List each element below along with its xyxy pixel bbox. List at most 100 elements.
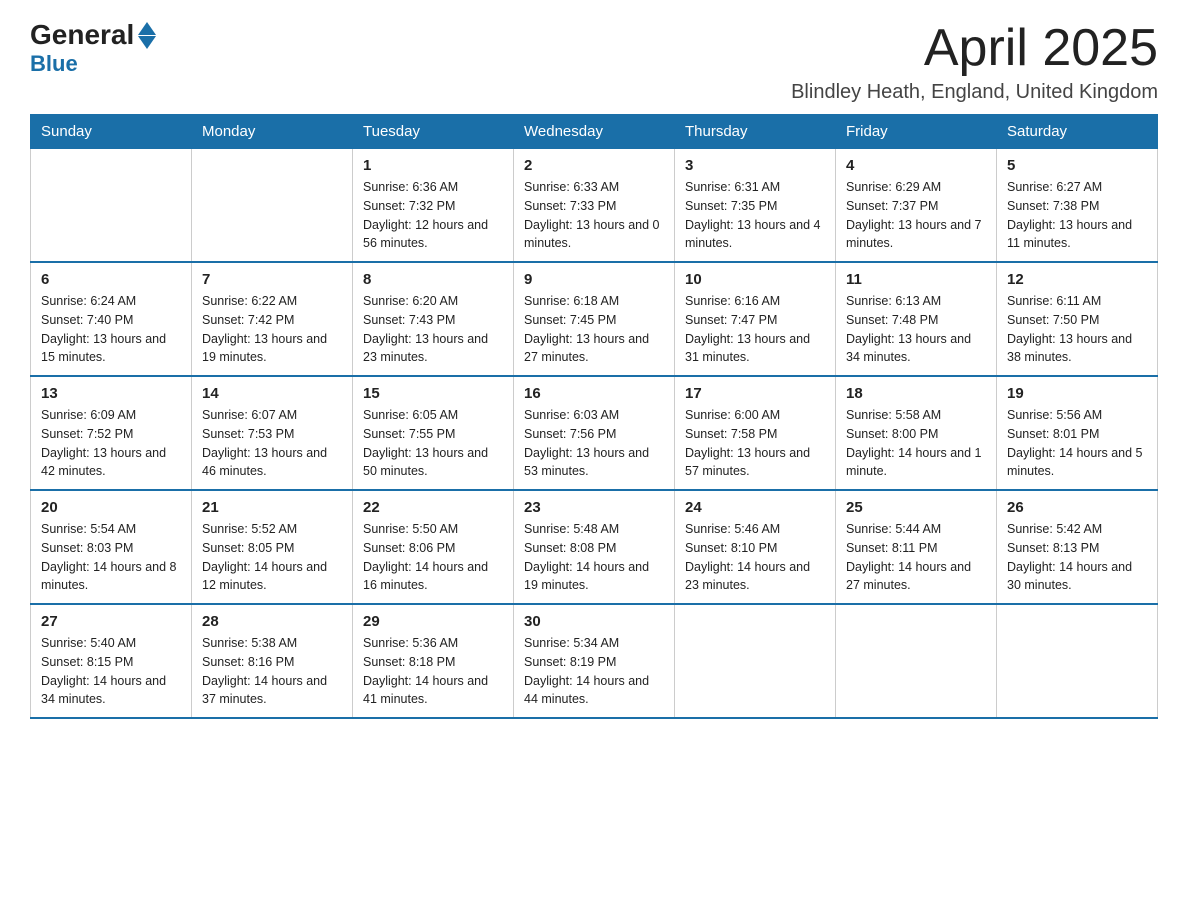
day-info: Sunrise: 6:22 AMSunset: 7:42 PMDaylight:… <box>202 292 342 367</box>
calendar-day-cell: 11 Sunrise: 6:13 AMSunset: 7:48 PMDayligh… <box>836 262 997 376</box>
day-info: Sunrise: 6:20 AMSunset: 7:43 PMDaylight:… <box>363 292 503 367</box>
day-number: 18 <box>846 385 986 402</box>
day-info: Sunrise: 6:29 AMSunset: 7:37 PMDaylight:… <box>846 178 986 253</box>
calendar-day-cell: 21 Sunrise: 5:52 AMSunset: 8:05 PMDayligh… <box>192 490 353 604</box>
day-info: Sunrise: 5:38 AMSunset: 8:16 PMDaylight:… <box>202 634 342 709</box>
day-number: 2 <box>524 157 664 174</box>
calendar-day-cell: 5 Sunrise: 6:27 AMSunset: 7:38 PMDaylight… <box>997 149 1158 263</box>
calendar-week-row: 20Sunrise: 5:54 AMSunset: 8:03 PMDayligh… <box>31 490 1158 604</box>
calendar-day-header: Monday <box>192 115 353 149</box>
day-info: Sunrise: 5:56 AMSunset: 8:01 PMDaylight:… <box>1007 406 1147 481</box>
day-number: 14 <box>202 385 342 402</box>
day-number: 29 <box>363 613 503 630</box>
calendar-day-cell: 10 Sunrise: 6:16 AMSunset: 7:47 PMDayligh… <box>675 262 836 376</box>
calendar-day-cell: 9Sunrise: 6:18 AMSunset: 7:45 PMDaylight… <box>514 262 675 376</box>
day-info: Sunrise: 6:07 AMSunset: 7:53 PMDaylight:… <box>202 406 342 481</box>
day-info: Sunrise: 5:54 AMSunset: 8:03 PMDaylight:… <box>41 520 181 595</box>
calendar-day-header: Tuesday <box>353 115 514 149</box>
calendar-day-cell <box>192 149 353 263</box>
calendar-day-cell: 19 Sunrise: 5:56 AMSunset: 8:01 PMDayligh… <box>997 376 1158 490</box>
day-info: Sunrise: 5:36 AMSunset: 8:18 PMDaylight:… <box>363 634 503 709</box>
calendar-day-cell: 17Sunrise: 6:00 AMSunset: 7:58 PMDayligh… <box>675 376 836 490</box>
calendar-day-cell: 22Sunrise: 5:50 AMSunset: 8:06 PMDayligh… <box>353 490 514 604</box>
calendar-week-row: 1 Sunrise: 6:36 AMSunset: 7:32 PMDaylight… <box>31 149 1158 263</box>
day-info: Sunrise: 5:52 AMSunset: 8:05 PMDaylight:… <box>202 520 342 595</box>
calendar-day-cell: 1 Sunrise: 6:36 AMSunset: 7:32 PMDaylight… <box>353 149 514 263</box>
day-info: Sunrise: 6:24 AMSunset: 7:40 PMDaylight:… <box>41 292 181 367</box>
calendar-day-header: Friday <box>836 115 997 149</box>
day-number: 15 <box>363 385 503 402</box>
day-number: 9 <box>524 271 664 288</box>
calendar-day-header: Sunday <box>31 115 192 149</box>
calendar-day-cell: 27 Sunrise: 5:40 AMSunset: 8:15 PMDayligh… <box>31 604 192 718</box>
calendar-day-cell: 23 Sunrise: 5:48 AMSunset: 8:08 PMDayligh… <box>514 490 675 604</box>
day-number: 25 <box>846 499 986 516</box>
day-number: 10 <box>685 271 825 288</box>
calendar-day-cell: 29 Sunrise: 5:36 AMSunset: 8:18 PMDayligh… <box>353 604 514 718</box>
calendar-day-cell: 12 Sunrise: 6:11 AMSunset: 7:50 PMDayligh… <box>997 262 1158 376</box>
calendar-day-cell: 8 Sunrise: 6:20 AMSunset: 7:43 PMDaylight… <box>353 262 514 376</box>
day-number: 28 <box>202 613 342 630</box>
calendar-day-cell: 15 Sunrise: 6:05 AMSunset: 7:55 PMDayligh… <box>353 376 514 490</box>
day-info: Sunrise: 6:11 AMSunset: 7:50 PMDaylight:… <box>1007 292 1147 367</box>
day-number: 12 <box>1007 271 1147 288</box>
calendar-day-header: Wednesday <box>514 115 675 149</box>
day-number: 13 <box>41 385 181 402</box>
day-info: Sunrise: 6:05 AMSunset: 7:55 PMDaylight:… <box>363 406 503 481</box>
logo: General Blue <box>30 20 156 77</box>
title-section: April 2025 Blindley Heath, England, Unit… <box>791 20 1158 104</box>
day-number: 4 <box>846 157 986 174</box>
calendar-day-cell: 16 Sunrise: 6:03 AMSunset: 7:56 PMDayligh… <box>514 376 675 490</box>
calendar-day-cell: 4 Sunrise: 6:29 AMSunset: 7:37 PMDaylight… <box>836 149 997 263</box>
calendar-week-row: 27 Sunrise: 5:40 AMSunset: 8:15 PMDayligh… <box>31 604 1158 718</box>
day-info: Sunrise: 5:46 AMSunset: 8:10 PMDaylight:… <box>685 520 825 595</box>
calendar-day-cell <box>836 604 997 718</box>
day-info: Sunrise: 6:33 AMSunset: 7:33 PMDaylight:… <box>524 178 664 253</box>
calendar-day-cell: 2 Sunrise: 6:33 AMSunset: 7:33 PMDaylight… <box>514 149 675 263</box>
day-info: Sunrise: 6:27 AMSunset: 7:38 PMDaylight:… <box>1007 178 1147 253</box>
day-info: Sunrise: 5:40 AMSunset: 8:15 PMDaylight:… <box>41 634 181 709</box>
calendar-day-cell: 18Sunrise: 5:58 AMSunset: 8:00 PMDayligh… <box>836 376 997 490</box>
day-info: Sunrise: 6:09 AMSunset: 7:52 PMDaylight:… <box>41 406 181 481</box>
day-number: 6 <box>41 271 181 288</box>
calendar-day-cell: 3 Sunrise: 6:31 AMSunset: 7:35 PMDaylight… <box>675 149 836 263</box>
day-info: Sunrise: 6:31 AMSunset: 7:35 PMDaylight:… <box>685 178 825 253</box>
logo-blue-text: Blue <box>30 51 78 77</box>
calendar-day-cell: 26 Sunrise: 5:42 AMSunset: 8:13 PMDayligh… <box>997 490 1158 604</box>
calendar-header-row: SundayMondayTuesdayWednesdayThursdayFrid… <box>31 115 1158 149</box>
day-info: Sunrise: 5:42 AMSunset: 8:13 PMDaylight:… <box>1007 520 1147 595</box>
day-number: 24 <box>685 499 825 516</box>
day-number: 17 <box>685 385 825 402</box>
calendar-table: SundayMondayTuesdayWednesdayThursdayFrid… <box>30 114 1158 719</box>
calendar-day-cell: 14 Sunrise: 6:07 AMSunset: 7:53 PMDayligh… <box>192 376 353 490</box>
day-number: 11 <box>846 271 986 288</box>
calendar-day-cell: 6 Sunrise: 6:24 AMSunset: 7:40 PMDaylight… <box>31 262 192 376</box>
day-number: 19 <box>1007 385 1147 402</box>
day-number: 8 <box>363 271 503 288</box>
day-number: 26 <box>1007 499 1147 516</box>
day-number: 5 <box>1007 157 1147 174</box>
day-number: 3 <box>685 157 825 174</box>
day-number: 23 <box>524 499 664 516</box>
calendar-week-row: 13 Sunrise: 6:09 AMSunset: 7:52 PMDayligh… <box>31 376 1158 490</box>
day-info: Sunrise: 6:03 AMSunset: 7:56 PMDaylight:… <box>524 406 664 481</box>
calendar-day-cell: 20Sunrise: 5:54 AMSunset: 8:03 PMDayligh… <box>31 490 192 604</box>
day-info: Sunrise: 5:34 AMSunset: 8:19 PMDaylight:… <box>524 634 664 709</box>
calendar-day-cell: 30Sunrise: 5:34 AMSunset: 8:19 PMDayligh… <box>514 604 675 718</box>
calendar-day-cell: 7Sunrise: 6:22 AMSunset: 7:42 PMDaylight… <box>192 262 353 376</box>
day-info: Sunrise: 6:13 AMSunset: 7:48 PMDaylight:… <box>846 292 986 367</box>
calendar-day-cell <box>997 604 1158 718</box>
calendar-day-cell: 24 Sunrise: 5:46 AMSunset: 8:10 PMDayligh… <box>675 490 836 604</box>
day-number: 1 <box>363 157 503 174</box>
day-info: Sunrise: 6:36 AMSunset: 7:32 PMDaylight:… <box>363 178 503 253</box>
day-number: 16 <box>524 385 664 402</box>
day-info: Sunrise: 5:48 AMSunset: 8:08 PMDaylight:… <box>524 520 664 595</box>
month-title: April 2025 <box>791 20 1158 77</box>
calendar-day-cell: 13 Sunrise: 6:09 AMSunset: 7:52 PMDayligh… <box>31 376 192 490</box>
day-info: Sunrise: 5:50 AMSunset: 8:06 PMDaylight:… <box>363 520 503 595</box>
location-text: Blindley Heath, England, United Kingdom <box>791 81 1158 104</box>
day-info: Sunrise: 5:44 AMSunset: 8:11 PMDaylight:… <box>846 520 986 595</box>
day-info: Sunrise: 6:16 AMSunset: 7:47 PMDaylight:… <box>685 292 825 367</box>
day-number: 27 <box>41 613 181 630</box>
day-number: 21 <box>202 499 342 516</box>
